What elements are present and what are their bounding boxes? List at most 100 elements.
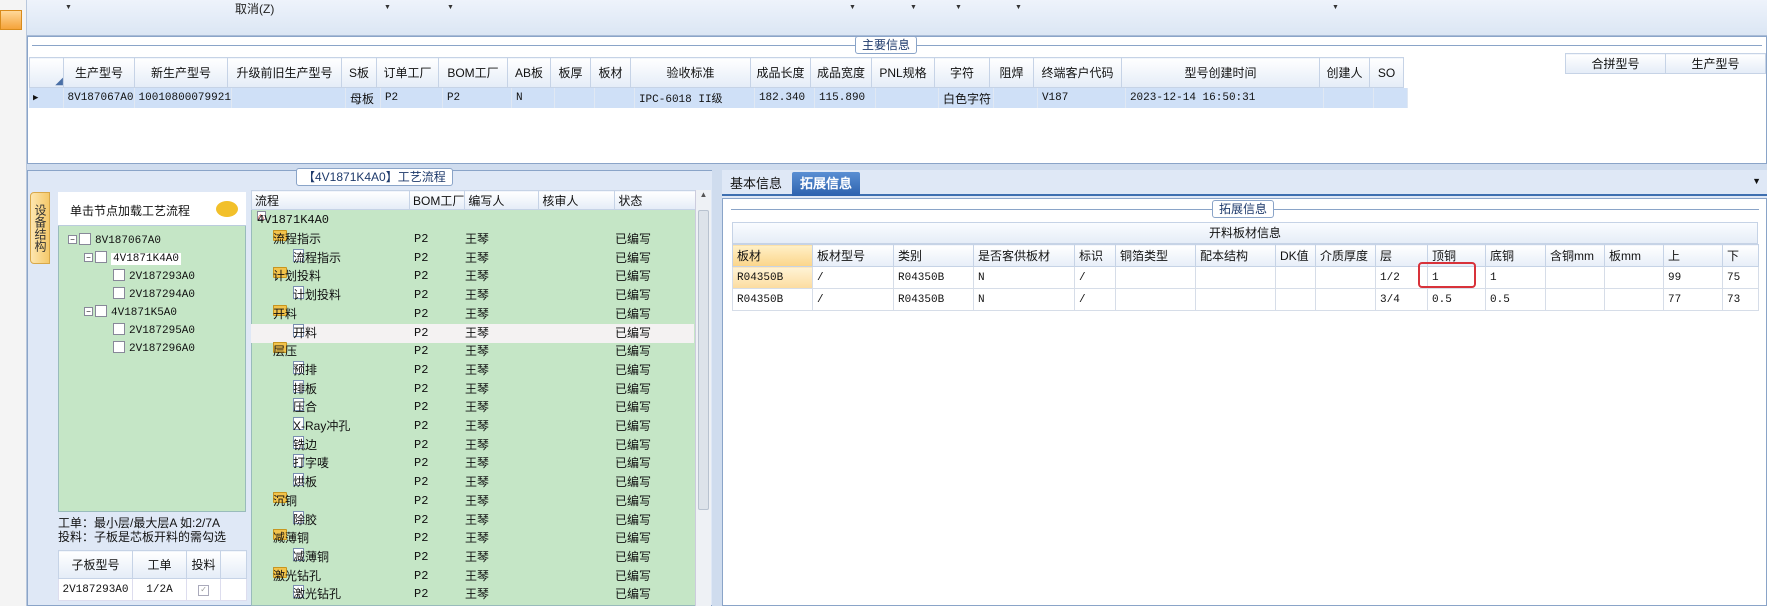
column-header[interactable]: 升级前旧生产型号 [227, 57, 342, 88]
process-row[interactable]: 流程指示 P2 王琴 已编写 [251, 248, 694, 268]
column-header[interactable]: 配本结构 [1195, 244, 1276, 267]
column-header[interactable]: 创建人 [1319, 57, 1370, 88]
process-row[interactable]: −减薄铜P2王琴已编写 [251, 529, 694, 548]
table-cell[interactable]: 2V187293A0 [58, 578, 133, 601]
column-header[interactable]: 成品长度 [750, 57, 811, 88]
tree-node[interactable]: −4V1871K5A0 [84, 304, 177, 320]
checkbox-icon[interactable] [95, 305, 107, 317]
table-cell[interactable]: R04350B [732, 266, 813, 289]
tab-extended-info[interactable]: 拓展信息 [792, 172, 861, 196]
table-cell[interactable] [1604, 266, 1664, 289]
column-header[interactable]: PNL规格 [871, 57, 935, 88]
column-header[interactable]: S板 [341, 57, 377, 88]
table-cell[interactable] [1373, 88, 1408, 108]
chevron-down-icon[interactable]: ▼ [65, 4, 72, 11]
table-cell[interactable]: V187 [1037, 88, 1126, 108]
process-row[interactable]: −沉铜P2王琴已编写 [251, 491, 694, 511]
process-row[interactable]: X-Ray冲孔 P2 王琴 已编写 [251, 417, 694, 436]
tree-node[interactable]: 2V187293A0 [113, 268, 195, 284]
column-header[interactable]: 合拼型号 [1565, 53, 1666, 74]
checkbox-icon[interactable] [113, 323, 125, 335]
process-row[interactable]: −层压P2王琴已编写 [251, 342, 694, 361]
feed-checkbox[interactable]: ✓ [186, 578, 221, 601]
column-header[interactable]: 底铜 [1485, 244, 1546, 267]
column-header[interactable]: 流程 [251, 190, 410, 210]
process-row[interactable]: 压合 P2 王琴 已编写 [251, 398, 694, 417]
cancel-button[interactable]: 取消(Z) [235, 0, 274, 17]
table-cell[interactable]: / [812, 288, 894, 311]
process-row[interactable]: 铣边 P2 王琴 已编写 [251, 435, 694, 455]
table-cell[interactable]: / [1074, 266, 1116, 289]
table-cell[interactable] [875, 88, 939, 108]
tree-node[interactable]: −8V187067A0 [68, 232, 161, 248]
chevron-down-icon[interactable]: ▼ [910, 4, 917, 11]
column-header[interactable]: 验收标准 [630, 57, 751, 88]
column-header[interactable]: 标识 [1074, 244, 1116, 267]
vertical-tab-device-structure[interactable]: 设备结构 [30, 192, 50, 264]
table-cell[interactable]: / [1074, 288, 1116, 311]
process-row[interactable]: −激光钻孔P2王琴已编写 [251, 566, 694, 586]
chevron-down-icon[interactable]: ▼ [849, 4, 856, 11]
column-header[interactable]: 终端客户代码 [1033, 57, 1122, 88]
column-header[interactable]: 编写人 [464, 190, 540, 210]
column-header[interactable]: 板mm [1604, 244, 1664, 267]
table-cell[interactable] [1115, 288, 1196, 311]
collapse-icon[interactable]: − [84, 307, 93, 316]
table-cell[interactable] [231, 88, 346, 108]
column-header[interactable]: 状态 [614, 190, 700, 210]
chevron-down-icon[interactable]: ▼ [1015, 4, 1022, 11]
table-cell[interactable]: N [511, 88, 555, 108]
table-cell[interactable]: R04350B [893, 288, 974, 311]
table-cell[interactable] [1323, 88, 1374, 108]
tree-node[interactable]: 2V187294A0 [113, 286, 195, 302]
process-row[interactable]: 计划投料 P2 王琴 已编写 [251, 286, 694, 305]
table-cell[interactable]: 3/4 [1375, 288, 1428, 311]
main-info-row[interactable]: ▶ 8V187067A0 10010800079921 母板 P2 P2 N I… [29, 88, 1408, 108]
table-cell[interactable] [1275, 266, 1316, 289]
column-header[interactable]: 板厚 [550, 57, 591, 88]
vertical-splitter[interactable] [712, 170, 722, 606]
checkbox-icon[interactable] [79, 233, 91, 245]
process-row[interactable]: 减薄铜 P2 王琴 已编写 [251, 547, 694, 567]
table-cell[interactable]: / [812, 266, 894, 289]
table-cell[interactable]: 10010800079921 [134, 88, 232, 108]
table-cell[interactable] [594, 88, 635, 108]
table-cell[interactable] [1604, 288, 1664, 311]
column-header[interactable]: 含铜mm [1545, 244, 1605, 267]
checkbox-icon[interactable] [113, 269, 125, 281]
chevron-down-icon[interactable]: ▼ [1332, 4, 1339, 11]
tree-node[interactable]: 2V187296A0 [113, 340, 195, 356]
table-cell[interactable]: 99 [1663, 266, 1723, 289]
column-header[interactable]: 生产型号 [63, 57, 135, 88]
table-cell[interactable]: 182.340 [754, 88, 815, 108]
table-cell[interactable]: P2 [442, 88, 512, 108]
column-header[interactable]: 工单 [132, 550, 187, 579]
column-header[interactable]: 成品宽度 [810, 57, 872, 88]
table-cell[interactable]: 2023-12-14 16:50:31 [1125, 88, 1324, 108]
column-header[interactable]: 子板型号 [58, 550, 133, 579]
table-cell[interactable]: R04350B [732, 288, 813, 311]
table-cell[interactable] [1195, 288, 1276, 311]
collapse-icon[interactable]: − [84, 253, 93, 262]
column-header[interactable]: 介质厚度 [1315, 244, 1376, 267]
column-header[interactable]: 板材 [732, 244, 813, 267]
table-cell[interactable]: N [973, 266, 1075, 289]
nav-tab-indicator[interactable] [0, 10, 22, 30]
table-cell[interactable]: 73 [1722, 288, 1759, 311]
table-cell[interactable] [1275, 288, 1316, 311]
column-header[interactable]: 字符 [934, 57, 990, 88]
column-header[interactable]: 板材型号 [812, 244, 894, 267]
column-header[interactable]: BOM工厂 [438, 57, 508, 88]
process-row[interactable]: 除胶 P2 王琴 已编写 [251, 510, 694, 530]
table-cell[interactable]: R04350B [893, 266, 974, 289]
table-cell[interactable] [993, 88, 1038, 108]
tree-node[interactable]: −4V1871K4A0 [84, 250, 182, 266]
scroll-thumb[interactable] [698, 210, 709, 510]
table-cell[interactable] [1545, 288, 1605, 311]
process-row[interactable]: 激光钻孔 P2 王琴 已编写 [251, 585, 694, 604]
column-header[interactable]: 新生产型号 [134, 57, 228, 88]
checkbox-icon[interactable] [113, 341, 125, 353]
checkbox-icon[interactable] [95, 251, 107, 263]
table-cell[interactable] [554, 88, 595, 108]
table-cell[interactable]: 1/2A [132, 578, 187, 601]
